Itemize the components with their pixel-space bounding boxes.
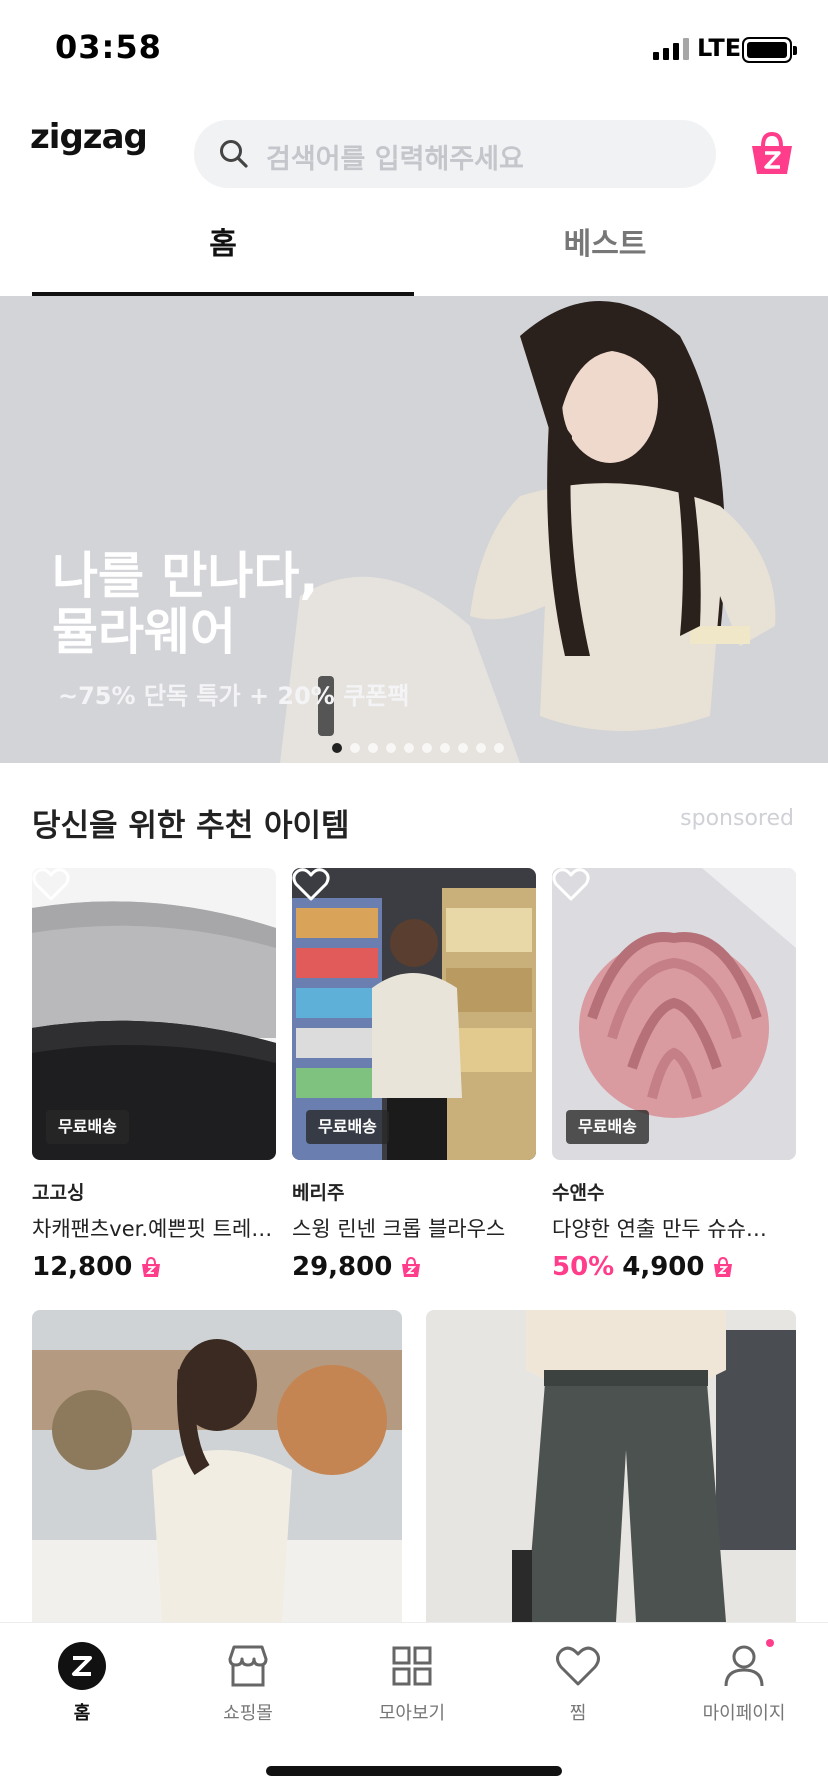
status-bar: 03:58 LTE	[0, 0, 828, 100]
sponsored-label: sponsored	[680, 806, 794, 831]
search-placeholder: 검색어를 입력해주세요	[266, 144, 524, 175]
nav-store[interactable]: 쇼핑몰	[188, 1641, 308, 1725]
section-title: 당신을 위한 추천 아이템	[32, 808, 350, 844]
product-card[interactable]: 무료배송 수앤수 다양한 연출 만두 슈슈… 50% 4,900	[552, 868, 796, 1285]
person-icon	[724, 1645, 764, 1687]
nav-home[interactable]: 홈	[22, 1641, 142, 1725]
zigzag-home-icon	[58, 1642, 106, 1690]
product-price: 4,900	[622, 1252, 705, 1282]
nav-label: 마이페이지	[702, 1703, 786, 1724]
pagination-dot	[494, 743, 504, 753]
product-name: 차캐팬츠ver.예쁜핏 트레…	[32, 1217, 273, 1241]
product-image[interactable]: 무료배송	[292, 868, 536, 1160]
zigzag-logo[interactable]: zigzag	[30, 117, 160, 178]
shop-name: 수앤수	[552, 1182, 605, 1204]
tab-best[interactable]: 베스트	[414, 200, 796, 296]
free-shipping-badge: 무료배송	[566, 1110, 649, 1144]
top-tabs: 홈 베스트	[32, 200, 796, 296]
product-name: 다양한 연출 만두 슈슈…	[552, 1217, 767, 1241]
pagination-dot	[386, 743, 396, 753]
store-icon	[228, 1645, 268, 1687]
pagination-dot	[350, 743, 360, 753]
price-row: 50% 4,900	[552, 1249, 796, 1285]
signal-icon	[653, 38, 689, 60]
nav-label: 쇼핑몰	[223, 1703, 273, 1724]
nav-wishlist[interactable]: 찜	[518, 1641, 638, 1725]
pagination-dot	[332, 743, 342, 753]
nav-collection[interactable]: 모아보기	[352, 1641, 472, 1725]
zigzag-cart-icon[interactable]	[748, 130, 796, 178]
pagination-dot	[440, 743, 450, 753]
nav-label: 모아보기	[378, 1703, 446, 1724]
heart-icon	[556, 1646, 600, 1686]
status-time: 03:58	[55, 28, 162, 66]
product-image[interactable]	[426, 1310, 796, 1622]
pagination-dot	[458, 743, 468, 753]
product-price: 12,800	[32, 1252, 133, 1282]
notification-dot	[766, 1639, 774, 1647]
promo-banner[interactable]: 나를 만나다, 뮬라웨어 ~75% 단독 특가 + 20% 쿠폰팩	[0, 296, 828, 763]
zpay-icon	[402, 1256, 421, 1277]
tab-home[interactable]: 홈	[32, 200, 414, 296]
heart-icon[interactable]	[32, 868, 70, 902]
price-row: 29,800	[292, 1249, 536, 1285]
battery-icon	[742, 37, 797, 63]
logo-wordmark: zigzag	[30, 118, 147, 157]
product-image[interactable]: 무료배송	[32, 868, 276, 1160]
shop-name: 베리주	[292, 1182, 345, 1204]
product-name: 스윙 린넨 크롭 블라우스	[292, 1217, 506, 1241]
nav-label: 홈	[73, 1703, 91, 1724]
product-image[interactable]	[32, 1310, 402, 1622]
nav-label: 찜	[569, 1703, 587, 1724]
shop-name: 고고싱	[32, 1182, 85, 1204]
search-icon	[220, 140, 248, 168]
product-card[interactable]: 무료배송 고고싱 차캐팬츠ver.예쁜핏 트레… 12,800	[32, 868, 276, 1285]
nav-mypage[interactable]: 마이페이지	[684, 1639, 804, 1725]
search-input[interactable]: 검색어를 입력해주세요	[194, 120, 716, 188]
network-label: LTE	[697, 34, 742, 62]
zpay-icon	[714, 1256, 733, 1277]
product-card[interactable]: 무료배송 베리주 스윙 린넨 크롭 블라우스 29,800	[292, 868, 536, 1285]
heart-icon[interactable]	[292, 868, 330, 902]
banner-subtitle: ~75% 단독 특가 + 20% 쿠폰팩	[58, 682, 410, 710]
product-image[interactable]: 무료배송	[552, 868, 796, 1160]
grid-icon	[392, 1646, 432, 1686]
free-shipping-badge: 무료배송	[46, 1110, 129, 1144]
discount-rate: 50%	[552, 1252, 615, 1282]
zpay-icon	[142, 1256, 161, 1277]
heart-icon[interactable]	[552, 868, 590, 902]
home-indicator	[266, 1766, 562, 1776]
free-shipping-badge: 무료배송	[306, 1110, 389, 1144]
banner-title: 나를 만나다, 뮬라웨어	[52, 547, 319, 661]
pagination-dot	[368, 743, 378, 753]
pagination-dot	[476, 743, 486, 753]
product-price: 29,800	[292, 1252, 393, 1282]
pagination-dot	[404, 743, 414, 753]
price-row: 12,800	[32, 1249, 276, 1285]
pagination-dot	[422, 743, 432, 753]
